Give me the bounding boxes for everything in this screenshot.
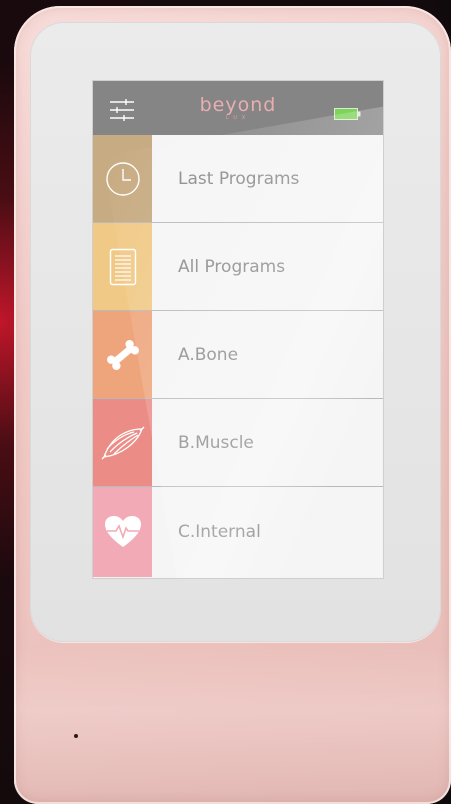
sensor-dot bbox=[74, 734, 78, 738]
clock-icon bbox=[105, 161, 140, 196]
device-body: beyond LUX Last Programs All Programs A.… bbox=[14, 6, 451, 804]
logo-text: beyond bbox=[199, 94, 277, 116]
sliders-icon[interactable] bbox=[109, 98, 135, 122]
top-bar: beyond LUX bbox=[93, 81, 383, 135]
touch-screen: beyond LUX Last Programs All Programs A.… bbox=[93, 81, 383, 578]
menu-item-internal[interactable]: C.Internal bbox=[93, 487, 383, 577]
menu-item-bone[interactable]: A.Bone bbox=[93, 311, 383, 399]
bone-icon bbox=[106, 339, 139, 370]
swatch-all-programs bbox=[93, 223, 152, 310]
menu-item-last-programs[interactable]: Last Programs bbox=[93, 135, 383, 223]
menu-label-bone: A.Bone bbox=[178, 344, 239, 365]
menu-label-internal: C.Internal bbox=[178, 522, 261, 542]
menu-item-all-programs[interactable]: All Programs bbox=[93, 223, 383, 311]
brand-logo: beyond LUX bbox=[185, 95, 291, 125]
muscle-icon bbox=[101, 426, 144, 459]
heart-pulse-icon bbox=[104, 516, 141, 547]
program-menu: Last Programs All Programs A.Bone B.Musc… bbox=[93, 135, 383, 577]
document-icon bbox=[109, 248, 136, 285]
menu-item-muscle[interactable]: B.Muscle bbox=[93, 399, 383, 487]
menu-label-muscle: B.Muscle bbox=[178, 432, 254, 453]
swatch-bone bbox=[93, 311, 152, 398]
swatch-last-programs bbox=[93, 135, 152, 222]
swatch-internal bbox=[93, 487, 152, 577]
swatch-muscle bbox=[93, 399, 152, 486]
battery-icon bbox=[334, 105, 361, 120]
menu-label-last-programs: Last Programs bbox=[178, 168, 300, 189]
menu-label-all-programs: All Programs bbox=[178, 256, 286, 277]
